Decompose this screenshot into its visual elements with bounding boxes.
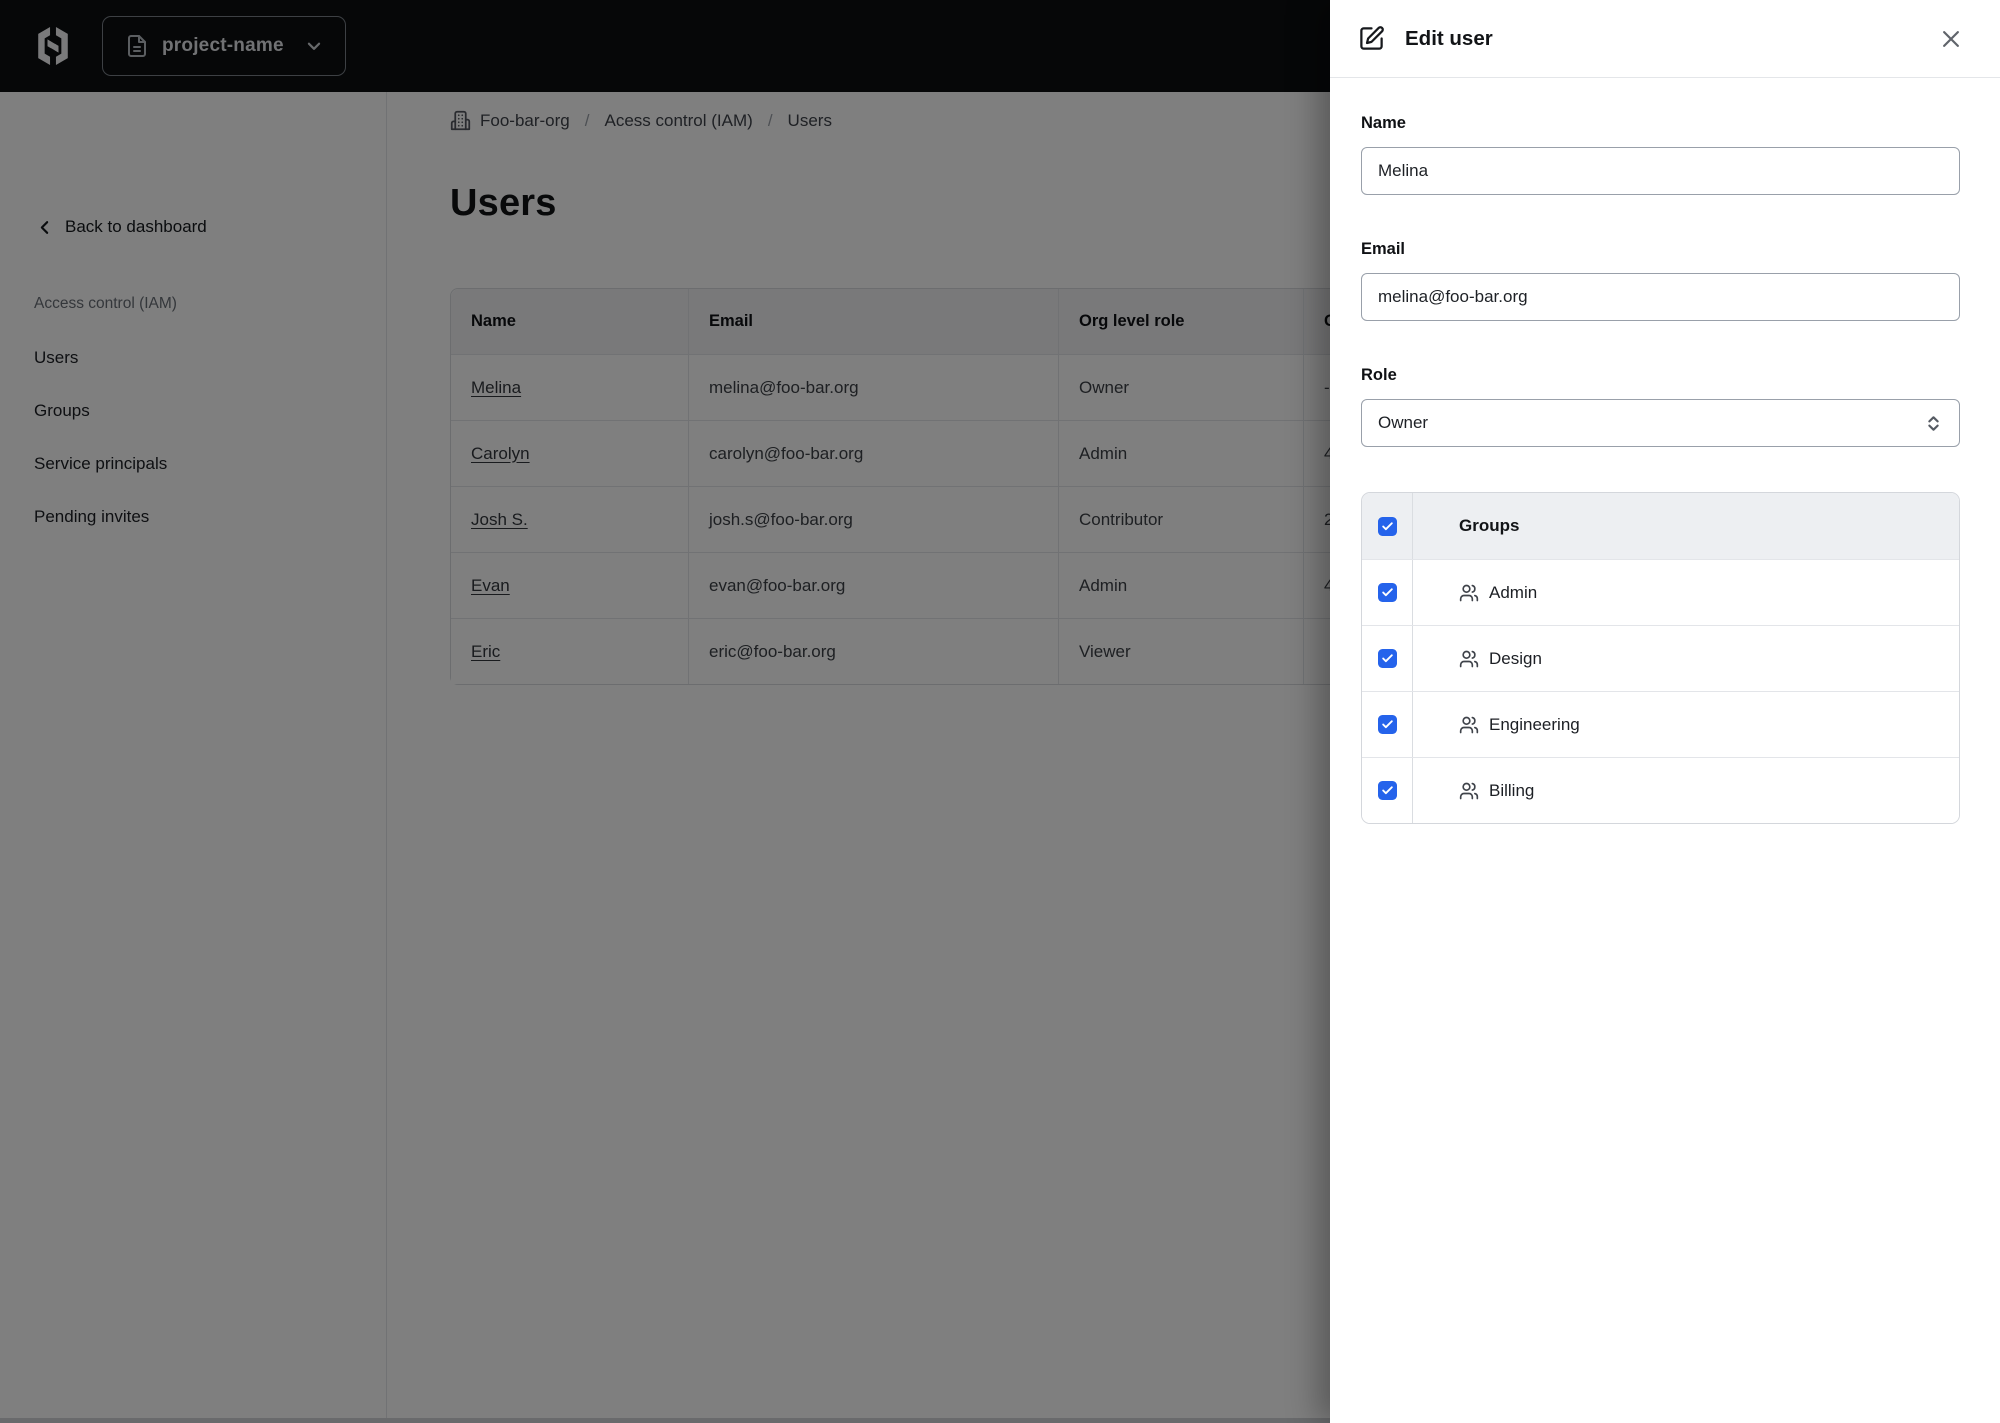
- users-icon: [1459, 650, 1479, 667]
- drawer-header: Edit user: [1330, 0, 2000, 78]
- groups-panel-body: Admin Design Engineering Billing: [1362, 559, 1959, 823]
- modal-dim-overlay[interactable]: [0, 0, 1330, 1423]
- groups-panel: Groups Admin Design Engineering Billing: [1361, 492, 1960, 824]
- users-icon: [1459, 716, 1479, 733]
- group-label: Design: [1489, 648, 1542, 668]
- role-select[interactable]: Owner: [1361, 399, 1960, 447]
- role-select-value: Owner: [1378, 413, 1429, 432]
- users-icon: [1459, 584, 1479, 601]
- group-label: Billing: [1489, 780, 1535, 800]
- group-row: Billing: [1362, 757, 1959, 823]
- select-all-groups-checkbox[interactable]: [1377, 516, 1397, 536]
- email-field[interactable]: [1361, 273, 1960, 321]
- name-field-label: Name: [1361, 114, 1406, 132]
- group-checkbox[interactable]: [1377, 715, 1397, 734]
- edit-pencil-icon: [1360, 26, 1384, 50]
- group-row: Design: [1362, 625, 1959, 691]
- group-label: Admin: [1489, 582, 1538, 602]
- group-checkbox[interactable]: [1377, 583, 1397, 602]
- close-icon[interactable]: [1940, 28, 1962, 50]
- group-row: Admin: [1362, 559, 1959, 625]
- group-row: Engineering: [1362, 691, 1959, 757]
- group-checkbox[interactable]: [1377, 649, 1397, 668]
- name-field[interactable]: [1361, 147, 1960, 195]
- drawer-body: Name Email Role Owner Gr: [1330, 78, 2000, 824]
- groups-panel-header: Groups: [1362, 493, 1959, 559]
- drawer-title: Edit user: [1405, 26, 1493, 50]
- email-field-label: Email: [1361, 240, 1406, 258]
- group-label: Engineering: [1489, 714, 1580, 734]
- group-checkbox[interactable]: [1377, 781, 1397, 800]
- groups-panel-title: Groups: [1459, 516, 1520, 535]
- select-carets-icon: [1928, 415, 1939, 431]
- role-field-label: Role: [1361, 366, 1397, 384]
- users-icon: [1459, 782, 1479, 799]
- edit-user-drawer: Edit user Name Email Role Owner: [1330, 0, 2000, 1423]
